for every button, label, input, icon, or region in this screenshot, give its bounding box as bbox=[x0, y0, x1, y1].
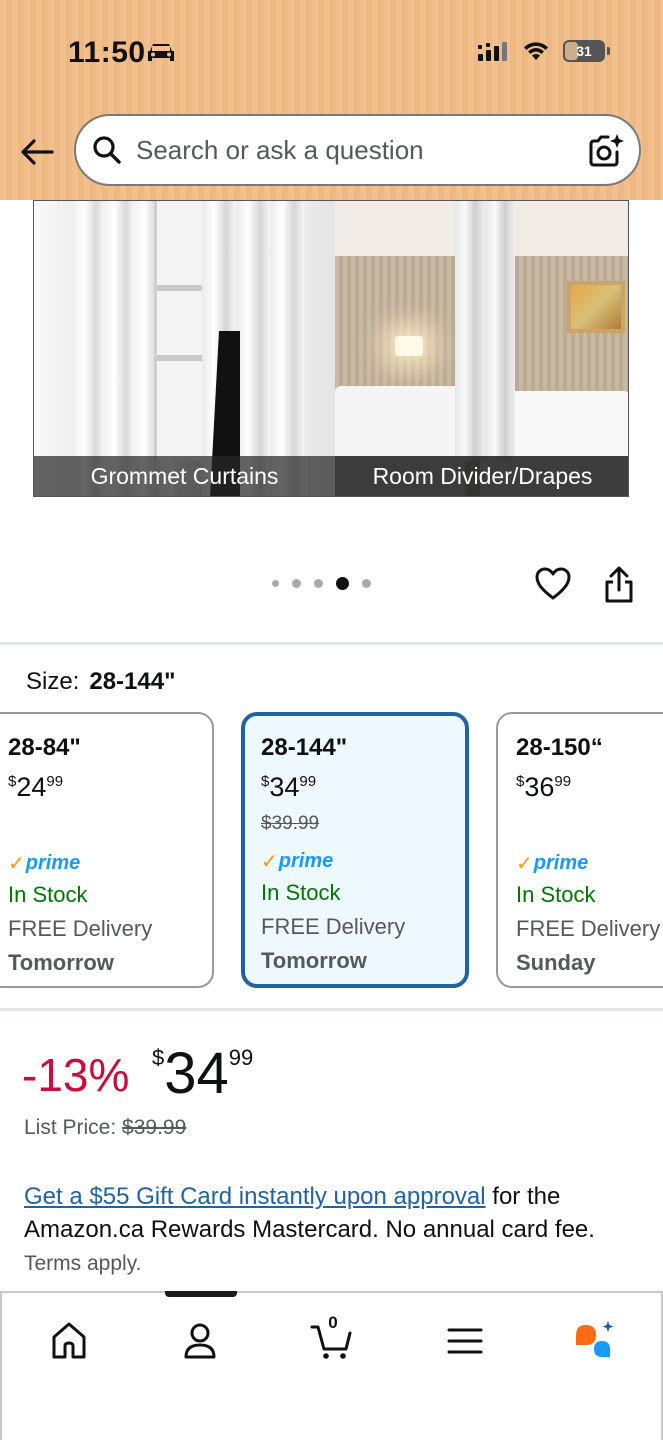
cart-button[interactable]: 0 bbox=[310, 1313, 354, 1363]
battery-icon: 31 bbox=[563, 40, 610, 62]
delivery-day: Tomorrow bbox=[8, 950, 114, 975]
home-icon[interactable] bbox=[47, 1319, 91, 1363]
size-label: Size: 28-144" bbox=[26, 668, 175, 696]
divider bbox=[0, 642, 663, 645]
stock-status: In Stock bbox=[261, 880, 341, 905]
size-option-old-price: $39.99 bbox=[261, 813, 320, 834]
size-selected-value: 28-144" bbox=[89, 668, 176, 695]
prime-check-icon: ✓ bbox=[516, 853, 533, 875]
room-divider-photo bbox=[335, 201, 628, 496]
size-option-price: $3699 bbox=[516, 772, 572, 802]
arrow-left-icon bbox=[21, 139, 54, 165]
prime-check-icon: ✓ bbox=[8, 853, 25, 875]
discount-percent: -13% bbox=[22, 1049, 130, 1101]
size-option-28-144-selected[interactable]: 28-144" $3499 $39.99 ✓ prime In Stock FRE… bbox=[241, 712, 469, 988]
caption-grommet-curtains: Grommet Curtains bbox=[34, 456, 335, 496]
price-whole: 34 bbox=[164, 1041, 229, 1106]
search-input[interactable] bbox=[136, 134, 556, 166]
carousel-dot[interactable] bbox=[362, 579, 371, 588]
cart-count: 0 bbox=[328, 1313, 338, 1332]
price-currency: $ bbox=[152, 1045, 165, 1070]
gift-card-promo-link[interactable]: Get a $55 Gift Card instantly upon appro… bbox=[24, 1183, 486, 1210]
carousel-dot[interactable] bbox=[292, 579, 301, 588]
delivery-text: FREE Delivery bbox=[261, 914, 406, 939]
status-time: 11:50 bbox=[68, 36, 146, 69]
status-icons: 31 bbox=[477, 40, 610, 62]
stock-status: In Stock bbox=[8, 882, 88, 907]
delivery-day: Tomorrow bbox=[261, 948, 367, 973]
list-price: List Price: $39.99 bbox=[24, 1116, 186, 1140]
cellular-icon bbox=[478, 42, 507, 61]
size-option-name: 28-84" bbox=[8, 734, 81, 761]
size-option-name: 28-150“ bbox=[516, 734, 603, 761]
size-option-28-84[interactable]: 28-84" $2499 ✓ prime In Stock FREE Delive… bbox=[0, 712, 214, 988]
grommet-curtains-photo bbox=[34, 201, 335, 496]
image-carousel-dots[interactable] bbox=[272, 577, 371, 590]
carousel-dot[interactable] bbox=[272, 580, 279, 587]
size-option-28-150[interactable]: 28-150“ $3699 ✓ prime In Stock FREE Deliv… bbox=[496, 712, 663, 988]
prime-badge: ✓ prime bbox=[261, 850, 334, 873]
delivery-day: Sunday bbox=[516, 950, 596, 975]
bottom-nav: 0 bbox=[0, 1291, 663, 1440]
credit-card-promo: Get a $55 Gift Card instantly upon appro… bbox=[24, 1180, 644, 1280]
divider bbox=[0, 1008, 663, 1011]
price-fraction: 99 bbox=[228, 1045, 254, 1070]
account-icon[interactable] bbox=[178, 1319, 222, 1363]
size-option-price: $3499 bbox=[261, 772, 317, 802]
search-icon bbox=[93, 136, 121, 164]
app-root: 11:50 31 Search or ask a question Gromme… bbox=[0, 0, 663, 1440]
carousel-dot[interactable] bbox=[314, 579, 323, 588]
wifi-icon bbox=[524, 42, 548, 60]
rufus-icon[interactable] bbox=[572, 1319, 616, 1363]
current-price: $3499 bbox=[152, 1040, 253, 1107]
size-option-price: $2499 bbox=[8, 772, 64, 802]
share-icon[interactable] bbox=[603, 566, 635, 604]
prime-badge: ✓ prime bbox=[8, 852, 81, 875]
delivery-text: FREE Delivery bbox=[8, 916, 153, 941]
product-image[interactable]: Grommet Curtains Room Divider/Drapes bbox=[33, 200, 629, 497]
battery-level: 31 bbox=[576, 43, 592, 59]
size-option-name: 28-144" bbox=[261, 734, 348, 761]
carousel-dot-active[interactable] bbox=[336, 577, 349, 590]
prime-badge: ✓ prime bbox=[516, 852, 589, 875]
size-label-text: Size: bbox=[26, 668, 80, 695]
car-icon bbox=[148, 44, 174, 61]
delivery-text: FREE Delivery bbox=[516, 916, 661, 941]
list-price-value: $39.99 bbox=[122, 1116, 187, 1139]
caption-room-divider: Room Divider/Drapes bbox=[335, 456, 628, 496]
prime-check-icon: ✓ bbox=[261, 851, 278, 873]
search-bar[interactable] bbox=[74, 114, 641, 186]
heart-icon[interactable] bbox=[535, 566, 571, 602]
scroll-indicator bbox=[165, 1291, 237, 1297]
camera-sparkle-icon[interactable] bbox=[587, 132, 625, 170]
list-price-label: List Price: bbox=[24, 1116, 117, 1139]
menu-icon[interactable] bbox=[443, 1319, 487, 1363]
promo-terms[interactable]: Terms apply. bbox=[24, 1252, 141, 1275]
back-button[interactable] bbox=[18, 134, 56, 170]
stock-status: In Stock bbox=[516, 882, 596, 907]
header: 11:50 31 bbox=[0, 0, 663, 200]
